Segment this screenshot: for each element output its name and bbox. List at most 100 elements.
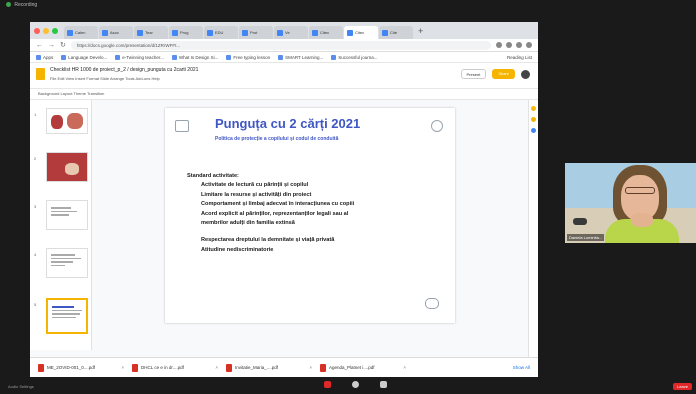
editor-toolbar: Background Layout Theme Transition xyxy=(30,89,538,100)
window-controls xyxy=(34,27,58,34)
slides-header: Checklist HR 1000 de proiect_p_2 / desig… xyxy=(30,63,538,89)
download-item[interactable]: Agenda_Platnet i....pdf ˄ xyxy=(320,363,406,372)
slide-line: Atitudine nediscriminatorie xyxy=(201,246,274,253)
bookmark-item[interactable]: e-Twinning teacher... xyxy=(115,54,164,60)
pdf-file-icon xyxy=(320,363,326,372)
present-button[interactable]: Present xyxy=(460,69,487,79)
extension-icon[interactable] xyxy=(496,42,502,48)
forward-icon[interactable]: → xyxy=(48,42,55,49)
close-window-button[interactable] xyxy=(34,27,40,34)
favicon-icon xyxy=(207,29,213,36)
bookmark-icon xyxy=(36,54,41,60)
profile-icon[interactable] xyxy=(526,42,532,48)
bookmark-icon xyxy=(331,54,337,60)
tasks-icon[interactable] xyxy=(531,128,536,133)
minimize-window-button[interactable] xyxy=(43,27,49,34)
favicon-icon xyxy=(67,29,73,36)
chevron-up-icon[interactable]: ˄ xyxy=(309,365,312,370)
bookmark-item[interactable]: Apps xyxy=(36,54,53,60)
zoom-controls-bar: Audio Settings Leave xyxy=(0,379,696,394)
download-filename: Invitatie_Maria_....pdf xyxy=(235,365,279,370)
tab-label: EDU xyxy=(215,30,224,35)
address-bar-row: ← → ↻ https://docs.google.com/presentati… xyxy=(30,39,538,52)
zoom-top-bar: Recording xyxy=(0,0,696,10)
tab-label: Ve xyxy=(285,30,290,35)
tab-label: Tear xyxy=(145,30,153,35)
toolbar-actions[interactable]: Background Layout Theme Transition xyxy=(38,91,104,96)
chevron-up-icon[interactable]: ˄ xyxy=(215,365,218,370)
calendar-icon[interactable] xyxy=(531,106,536,111)
mic-icon[interactable] xyxy=(322,381,332,391)
current-slide[interactable]: Punguța cu 2 cărți 2021 Politica de prot… xyxy=(165,108,455,323)
download-filename: ME_2OVID-001_0....pdf xyxy=(47,365,96,370)
participants-icon[interactable] xyxy=(350,381,360,391)
share-button[interactable]: Share xyxy=(492,69,515,79)
slide-line: Activitate de lectură cu părinții și cop… xyxy=(201,182,309,189)
favicon-icon xyxy=(172,29,178,36)
extension-icon[interactable] xyxy=(506,42,512,48)
bookmark-item[interactable]: Language Develo... xyxy=(61,54,107,60)
browser-tab[interactable]: Cite xyxy=(379,26,413,39)
avatar[interactable] xyxy=(521,69,530,79)
audio-settings[interactable]: Audio Settings xyxy=(8,384,34,389)
download-item[interactable]: ME_2OVID-001_0....pdf ˄ xyxy=(38,363,124,372)
reading-list-button[interactable]: Reading List xyxy=(507,55,532,60)
document-title[interactable]: Checklist HR 1000 de proiect_p_2 / desig… xyxy=(50,67,198,73)
pdf-file-icon xyxy=(38,363,44,372)
browser-tab[interactable]: Citec xyxy=(344,26,378,39)
bookmark-label: What Is Design Si... xyxy=(178,54,219,60)
bookmark-label: Successful journa... xyxy=(338,54,378,60)
browser-tab[interactable]: Prog xyxy=(169,26,203,39)
bookmark-label: Free typing lesson xyxy=(233,54,271,60)
bookmarks-bar: Apps Language Develo... e-Twinning teacher… xyxy=(30,52,538,63)
slide-line: Acord explicit al părinților, reprezenta… xyxy=(201,210,349,217)
google-slides-logo-icon[interactable] xyxy=(36,68,45,80)
download-filename: DHCL ce e in dr....pdf xyxy=(141,365,184,370)
slide-filmstrip: 1 2 3 4 5 xyxy=(30,100,92,350)
browser-tabs: Calen Asoc Tear Prog EDU Prot Ve Citec Citec Cite xyxy=(64,26,414,39)
bookmark-item[interactable]: Free typing lesson xyxy=(226,54,271,60)
header-actions: Present Share xyxy=(460,69,530,79)
favicon-icon xyxy=(382,29,388,36)
back-icon[interactable]: ← xyxy=(36,42,43,49)
bookmark-item[interactable]: Successful journa... xyxy=(331,54,378,60)
browser-tab[interactable]: Asoc xyxy=(99,26,133,39)
browser-tab[interactable]: Prot xyxy=(239,26,273,39)
participant-video[interactable]: Daniela Luminita... xyxy=(565,163,696,243)
new-tab-button[interactable]: + xyxy=(418,26,423,36)
download-item[interactable]: Invitatie_Maria_....pdf ˄ xyxy=(226,363,312,372)
keep-icon[interactable] xyxy=(531,117,536,122)
download-filename: Agenda_Platnet i....pdf xyxy=(329,365,375,370)
bookmark-item[interactable]: SMART Learning... xyxy=(278,54,323,60)
maximize-window-button[interactable] xyxy=(52,27,58,34)
chevron-up-icon[interactable]: ˄ xyxy=(403,365,406,370)
slide-line: Comportament și limbaj adecvat în intera… xyxy=(201,201,355,208)
browser-tab[interactable]: Ve xyxy=(274,26,308,39)
glasses-icon xyxy=(625,187,655,194)
favicon-icon xyxy=(242,29,248,36)
slide-line: Limitare la resurse și activități din pr… xyxy=(201,191,312,198)
bookmark-item[interactable]: What Is Design Si... xyxy=(171,54,219,60)
tab-label: Citec xyxy=(355,30,365,35)
side-panel xyxy=(528,100,538,370)
browser-tab[interactable]: Calen xyxy=(64,26,98,39)
tab-label: Prog xyxy=(180,30,189,35)
address-input[interactable]: https://docs.google.com/presentation/d/1… xyxy=(70,40,491,50)
favicon-icon xyxy=(277,29,283,36)
browser-tab[interactable]: Tear xyxy=(134,26,168,39)
recording-indicator-icon xyxy=(6,2,11,8)
bookmark-icon xyxy=(278,54,284,60)
extension-icon[interactable] xyxy=(516,42,522,48)
menu-bar[interactable]: File Edit View Insert Format Slide Arran… xyxy=(50,76,160,81)
download-item[interactable]: DHCL ce e in dr....pdf ˄ xyxy=(132,363,218,372)
downloads-show-all[interactable]: Show All xyxy=(513,365,530,370)
bookmark-label: e-Twinning teacher... xyxy=(122,54,164,60)
leave-button[interactable]: Leave xyxy=(673,383,692,390)
browser-tab[interactable]: EDU xyxy=(204,26,238,39)
chevron-up-icon[interactable]: ˄ xyxy=(121,365,124,370)
browser-tab[interactable]: Citec xyxy=(309,26,343,39)
favicon-icon xyxy=(102,29,108,36)
reload-icon[interactable]: ↻ xyxy=(60,41,66,49)
tab-label: Cite xyxy=(390,30,398,35)
share-icon[interactable] xyxy=(378,381,388,391)
